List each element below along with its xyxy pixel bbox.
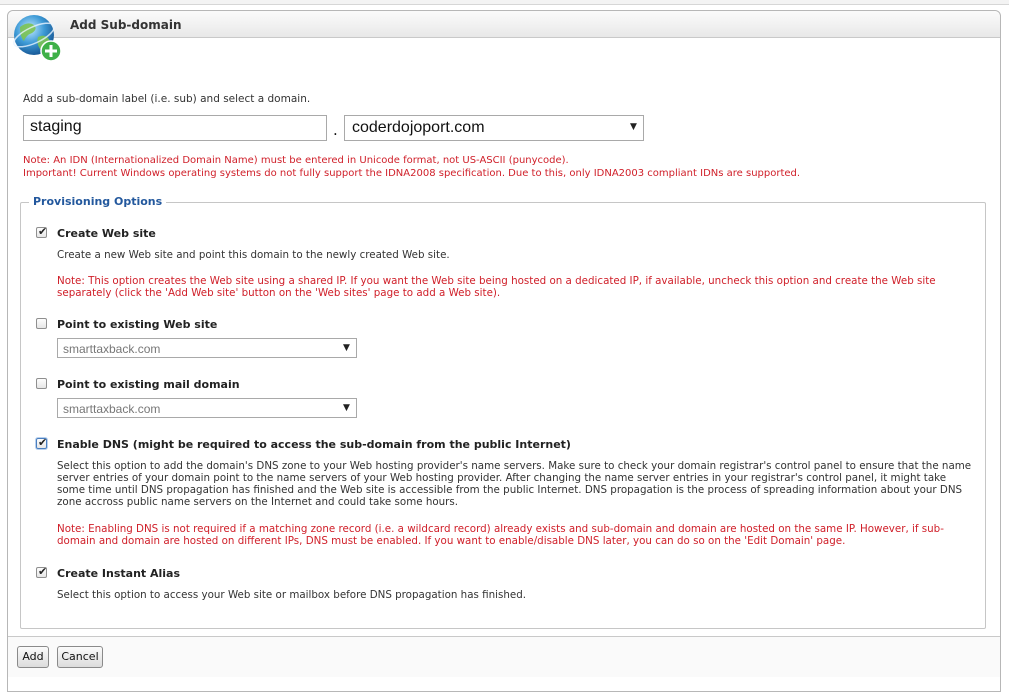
globe-add-icon xyxy=(13,15,62,62)
existing-web-site-select[interactable]: smarttaxback.com ▼ xyxy=(57,338,357,358)
check-icon: ✔ xyxy=(38,565,48,578)
enable-dns-note: Note: Enabling DNS is not required if a … xyxy=(57,523,944,547)
point-web-site-checkbox[interactable] xyxy=(36,318,47,329)
create-web-site-checkbox[interactable]: ✔ xyxy=(36,225,48,238)
enable-dns-checkbox[interactable]: ✔ xyxy=(36,436,48,449)
top-divider xyxy=(0,0,1009,5)
panel-header: Add Sub-domain xyxy=(8,11,1000,38)
domain-select[interactable]: coderdojoport.com ▼ xyxy=(344,115,644,141)
create-web-site-label[interactable]: Create Web site xyxy=(57,227,156,240)
existing-web-site-value: smarttaxback.com xyxy=(63,342,161,356)
existing-mail-domain-value: smarttaxback.com xyxy=(63,402,161,416)
check-icon: ✔ xyxy=(38,436,48,449)
instant-alias-checkbox[interactable]: ✔ xyxy=(36,565,48,578)
chevron-down-icon: ▼ xyxy=(343,403,350,413)
create-web-site-desc: Create a new Web site and point this dom… xyxy=(57,249,450,261)
idn-important-note: Important! Current Windows operating sys… xyxy=(23,168,801,179)
enable-dns-desc: Select this option to add the domain's D… xyxy=(57,460,972,508)
chevron-down-icon: ▼ xyxy=(630,122,637,132)
create-web-site-note: Note: This option creates the Web site u… xyxy=(57,275,936,299)
point-mail-domain-checkbox[interactable] xyxy=(36,378,47,389)
existing-mail-domain-select[interactable]: smarttaxback.com ▼ xyxy=(57,398,357,418)
enable-dns-label[interactable]: Enable DNS (might be required to access … xyxy=(57,438,571,451)
provisioning-legend: Provisioning Options xyxy=(29,195,167,208)
panel-title: Add Sub-domain xyxy=(70,18,182,32)
add-button[interactable]: Add xyxy=(17,646,49,668)
instant-alias-desc: Select this option to access your Web si… xyxy=(57,589,527,601)
chevron-down-icon: ▼ xyxy=(343,343,350,353)
idn-note: Note: An IDN (Internationalized Domain N… xyxy=(23,155,569,166)
intro-text: Add a sub-domain label (i.e. sub) and se… xyxy=(23,93,311,105)
point-mail-domain-label[interactable]: Point to existing mail domain xyxy=(57,378,240,391)
instant-alias-label[interactable]: Create Instant Alias xyxy=(57,567,180,580)
domain-select-value: coderdojoport.com xyxy=(352,119,485,136)
subdomain-input[interactable]: staging xyxy=(23,115,327,141)
check-icon: ✔ xyxy=(38,225,48,238)
point-web-site-label[interactable]: Point to existing Web site xyxy=(57,318,217,331)
domain-separator: . xyxy=(333,121,338,139)
cancel-button[interactable]: Cancel xyxy=(57,646,103,668)
